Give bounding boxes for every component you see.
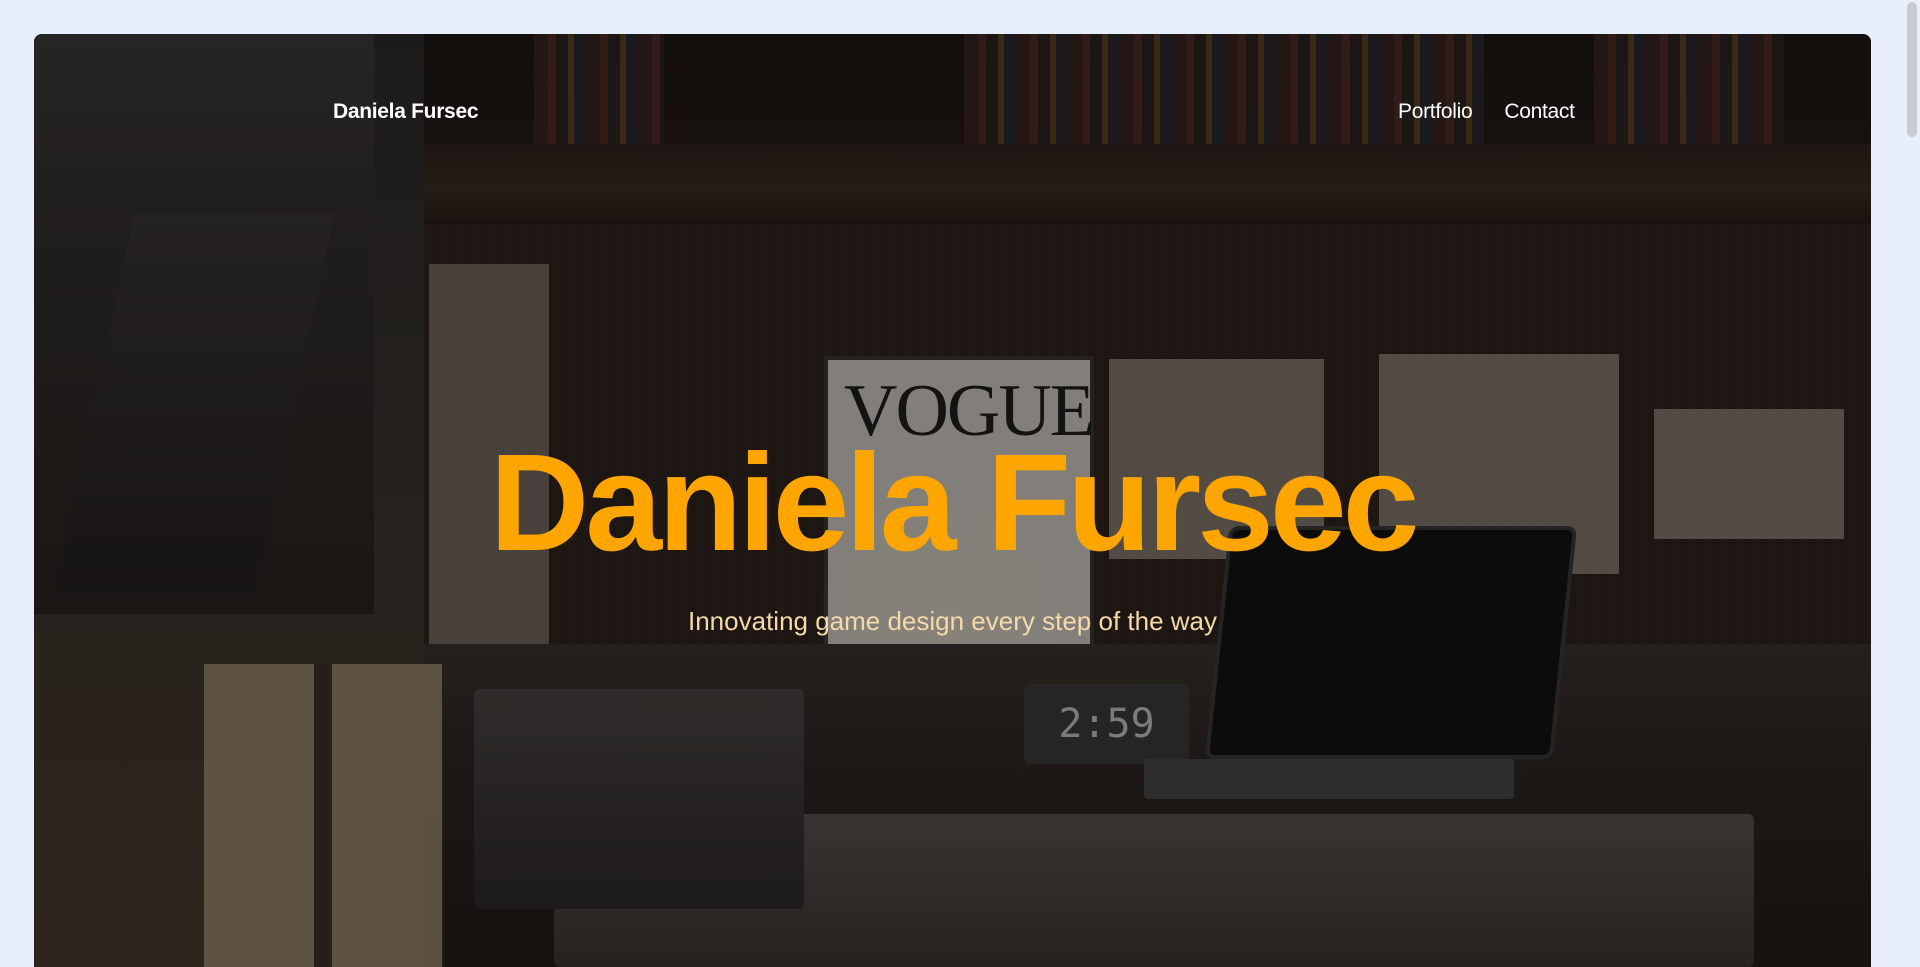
nav-menu: Portfolio Contact bbox=[1398, 100, 1575, 124]
site-header: Daniela Fursec Portfolio Contact bbox=[34, 34, 1871, 124]
nav-link-contact[interactable]: Contact bbox=[1504, 100, 1575, 124]
hero-subtitle: Innovating game design every step of the… bbox=[688, 606, 1217, 636]
hero-title: Daniela Fursec bbox=[489, 426, 1420, 580]
brand-logo-link[interactable]: Daniela Fursec bbox=[333, 100, 479, 124]
page-frame: VOGUE 2:59 Daniela Fursec Portfolio Cont… bbox=[34, 34, 1871, 967]
page-scrollbar[interactable] bbox=[1903, 0, 1920, 967]
scrollbar-thumb[interactable] bbox=[1907, 2, 1917, 137]
nav-link-portfolio[interactable]: Portfolio bbox=[1398, 100, 1473, 124]
